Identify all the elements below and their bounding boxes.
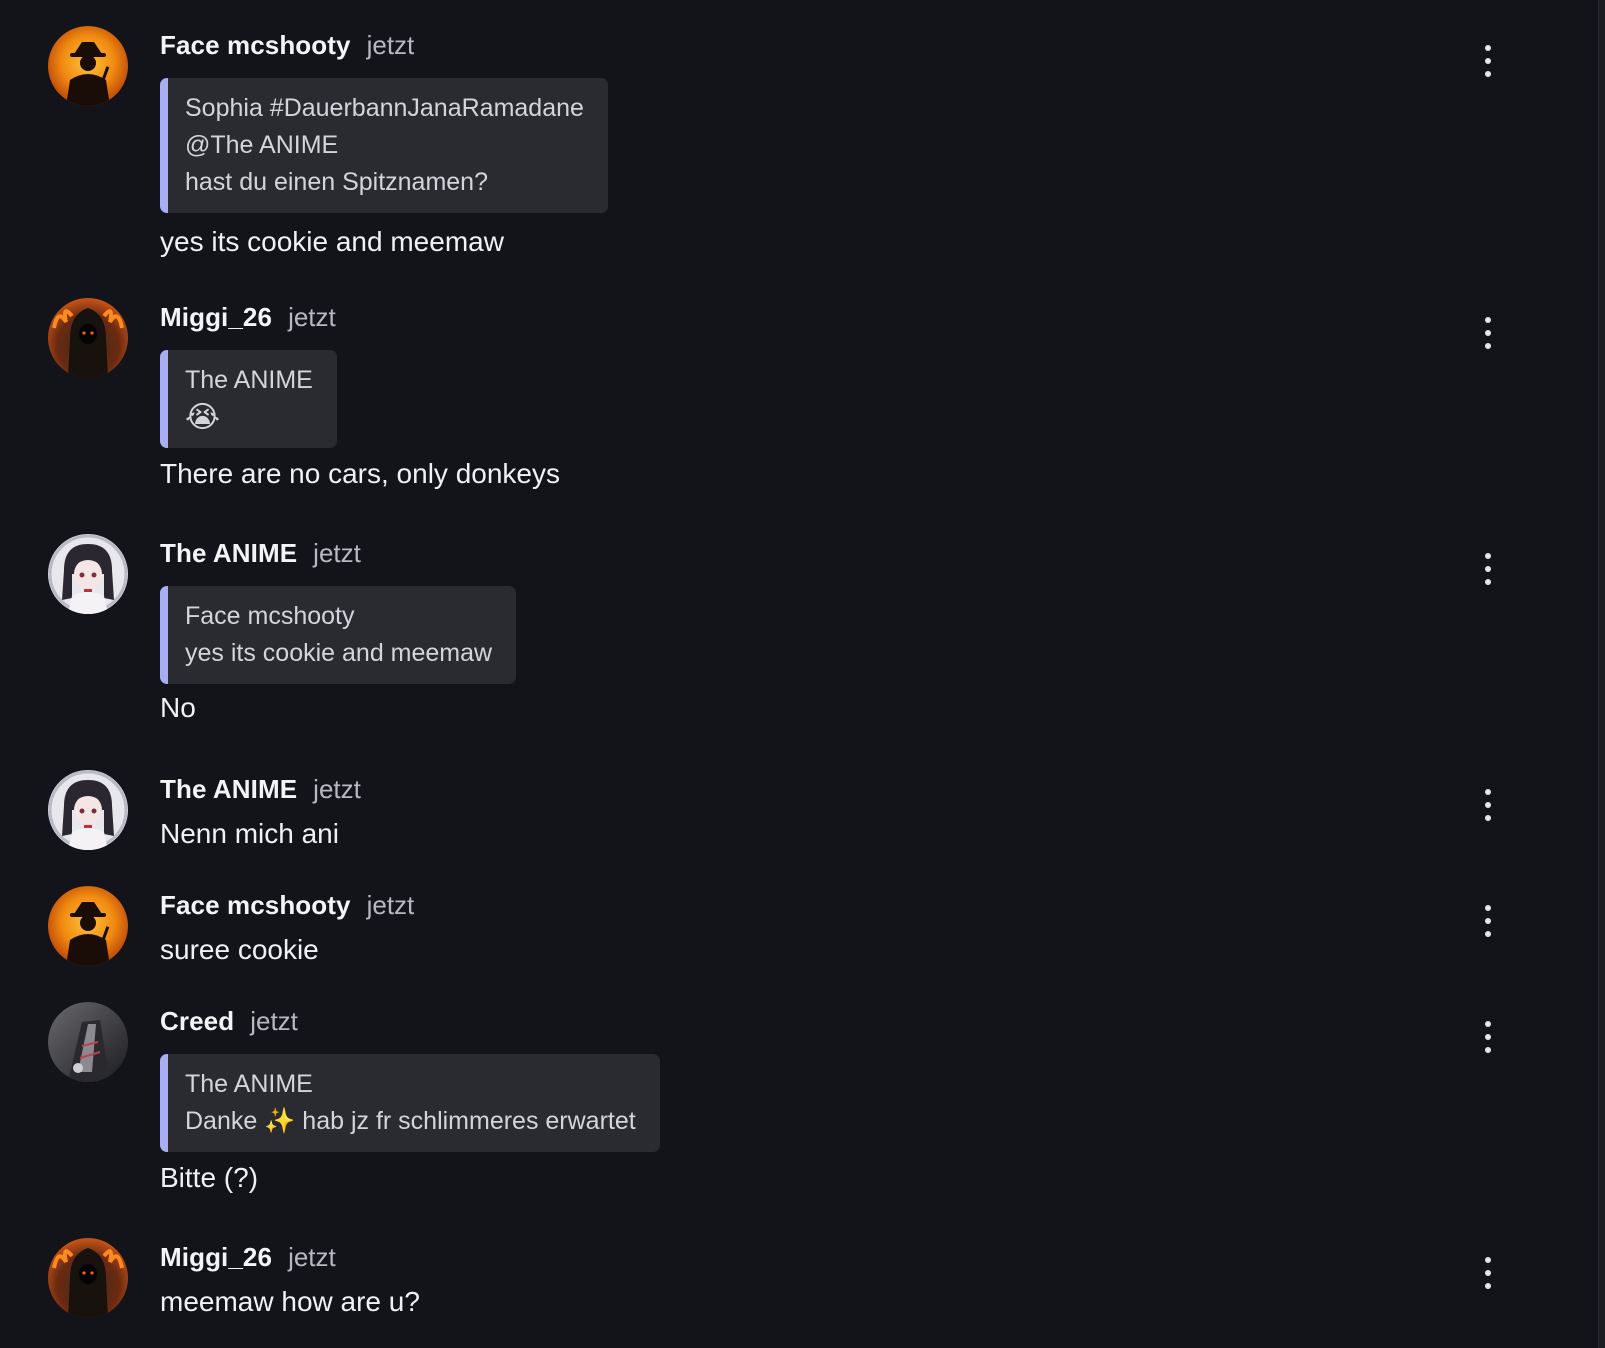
timestamp: jetzt (313, 774, 361, 804)
timestamp: jetzt (313, 538, 361, 568)
quote-text: @The ANIME (185, 131, 339, 159)
dark-figure-avatar-image (48, 1002, 128, 1082)
more-vertical-icon[interactable] (1476, 1257, 1500, 1289)
quote-author: The ANIME (185, 1070, 313, 1098)
author-name[interactable]: Creed (160, 1006, 234, 1037)
timestamp: jetzt (366, 30, 415, 60)
more-vertical-icon[interactable] (1476, 317, 1500, 349)
quote-author: Face mcshooty (185, 602, 355, 630)
author-name[interactable]: Face mcshooty (160, 890, 351, 921)
author-name[interactable]: Miggi_26 (160, 302, 272, 333)
message-text: No (160, 692, 196, 723)
author-name[interactable]: The ANIME (160, 774, 297, 805)
author-name[interactable]: Miggi_26 (160, 1242, 272, 1273)
timestamp: jetzt (366, 890, 415, 920)
author-name[interactable]: The ANIME (160, 538, 297, 569)
more-vertical-icon[interactable] (1476, 45, 1500, 77)
message-text: meemaw how are u? (160, 1286, 420, 1317)
more-vertical-icon[interactable] (1476, 789, 1500, 821)
hooded-figure-avatar-image (48, 298, 128, 378)
quote-text: yes its cookie and meemaw (185, 639, 493, 667)
avatar[interactable] (48, 26, 128, 106)
timestamp: jetzt (288, 302, 336, 332)
anime-girl-avatar-image (48, 534, 128, 614)
message-header: The ANIME jetzt (160, 538, 361, 569)
quote-text: Danke ✨ hab jz fr schlimmeres erwartet (185, 1107, 636, 1135)
message-header: Miggi_26 jetzt (160, 302, 336, 333)
more-vertical-icon[interactable] (1476, 905, 1500, 937)
chat-feed: Face mcshooty jetzt Sophia #DauerbannJan… (0, 0, 1605, 1348)
message-text: yes its cookie and meemaw (160, 226, 504, 257)
hooded-figure-avatar-image (48, 1238, 128, 1318)
author-name[interactable]: Face mcshooty (160, 30, 351, 61)
message-text: There are no cars, only donkeys (160, 458, 560, 489)
avatar[interactable] (48, 298, 128, 378)
anime-girl-avatar-image (48, 770, 128, 850)
cowboy-avatar-image (48, 886, 128, 966)
message-header: Creed jetzt (160, 1006, 298, 1037)
reply-quote[interactable]: Sophia #DauerbannJanaRamadane @The ANIME… (160, 78, 608, 213)
reply-quote[interactable]: The ANIME 😭 (160, 350, 337, 448)
message-text: suree cookie (160, 934, 319, 965)
more-vertical-icon[interactable] (1476, 1021, 1500, 1053)
cowboy-avatar-image (48, 26, 128, 106)
message-header: Miggi_26 jetzt (160, 1242, 336, 1273)
message-header: Face mcshooty jetzt (160, 30, 414, 61)
scrollbar[interactable] (1598, 0, 1605, 1348)
avatar[interactable] (48, 886, 128, 966)
quote-text: 😭 (185, 400, 221, 435)
quote-text: hast du einen Spitznamen? (185, 168, 488, 196)
timestamp: jetzt (288, 1242, 336, 1272)
quote-author: Sophia #DauerbannJanaRamadane (185, 94, 584, 122)
avatar[interactable] (48, 1238, 128, 1318)
timestamp: jetzt (250, 1006, 298, 1036)
message-text: Nenn mich ani (160, 818, 339, 849)
message-text: Bitte (?) (160, 1162, 259, 1193)
avatar[interactable] (48, 1002, 128, 1082)
avatar[interactable] (48, 770, 128, 850)
more-vertical-icon[interactable] (1476, 553, 1500, 585)
reply-quote[interactable]: The ANIME Danke ✨ hab jz fr schlimmeres … (160, 1054, 660, 1152)
reply-quote[interactable]: Face mcshooty yes its cookie and meemaw (160, 586, 517, 684)
message-header: Face mcshooty jetzt (160, 890, 414, 921)
message-header: The ANIME jetzt (160, 774, 361, 805)
quote-author: The ANIME (185, 366, 313, 394)
avatar[interactable] (48, 534, 128, 614)
